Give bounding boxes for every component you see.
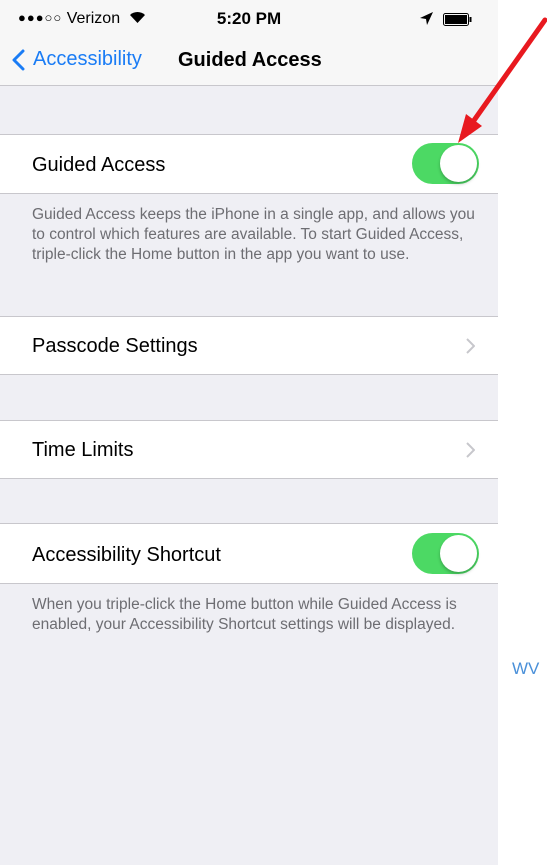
- location-icon: [420, 12, 433, 30]
- toggle-knob: [440, 535, 477, 572]
- cell-guided-access: Guided Access: [0, 134, 498, 194]
- page-title: Guided Access: [178, 49, 322, 71]
- accessibility-shortcut-label: Accessibility Shortcut: [32, 544, 221, 566]
- cell-passcode-settings[interactable]: Passcode Settings: [0, 316, 498, 375]
- cell-accessibility-shortcut: Accessibility Shortcut: [0, 523, 498, 584]
- chevron-right-icon: [466, 442, 475, 458]
- time-limits-label: Time Limits: [32, 439, 134, 461]
- back-button-label: Accessibility: [33, 48, 142, 70]
- navigation-bar: Accessibility Guided Access: [0, 38, 498, 86]
- guided-access-toggle[interactable]: [412, 143, 479, 184]
- back-button[interactable]: Accessibility: [12, 48, 142, 71]
- battery-icon: [443, 13, 473, 26]
- accessibility-shortcut-footer: When you triple-click the Home button wh…: [32, 596, 457, 633]
- cell-time-limits[interactable]: Time Limits: [0, 420, 498, 479]
- toggle-knob: [440, 145, 477, 182]
- watermark-text: WV: [512, 659, 540, 678]
- passcode-settings-label: Passcode Settings: [32, 335, 198, 357]
- chevron-right-icon: [466, 338, 475, 354]
- phone-screen: ●●●○○ Verizon 5:20 PM Accessibility Guid…: [0, 0, 498, 865]
- guided-access-label: Guided Access: [32, 154, 166, 176]
- chevron-left-icon: [12, 49, 25, 70]
- accessibility-shortcut-toggle[interactable]: [412, 533, 479, 574]
- guided-access-footer: Guided Access keeps the iPhone in a sing…: [32, 206, 475, 263]
- status-bar: ●●●○○ Verizon 5:20 PM: [0, 0, 498, 38]
